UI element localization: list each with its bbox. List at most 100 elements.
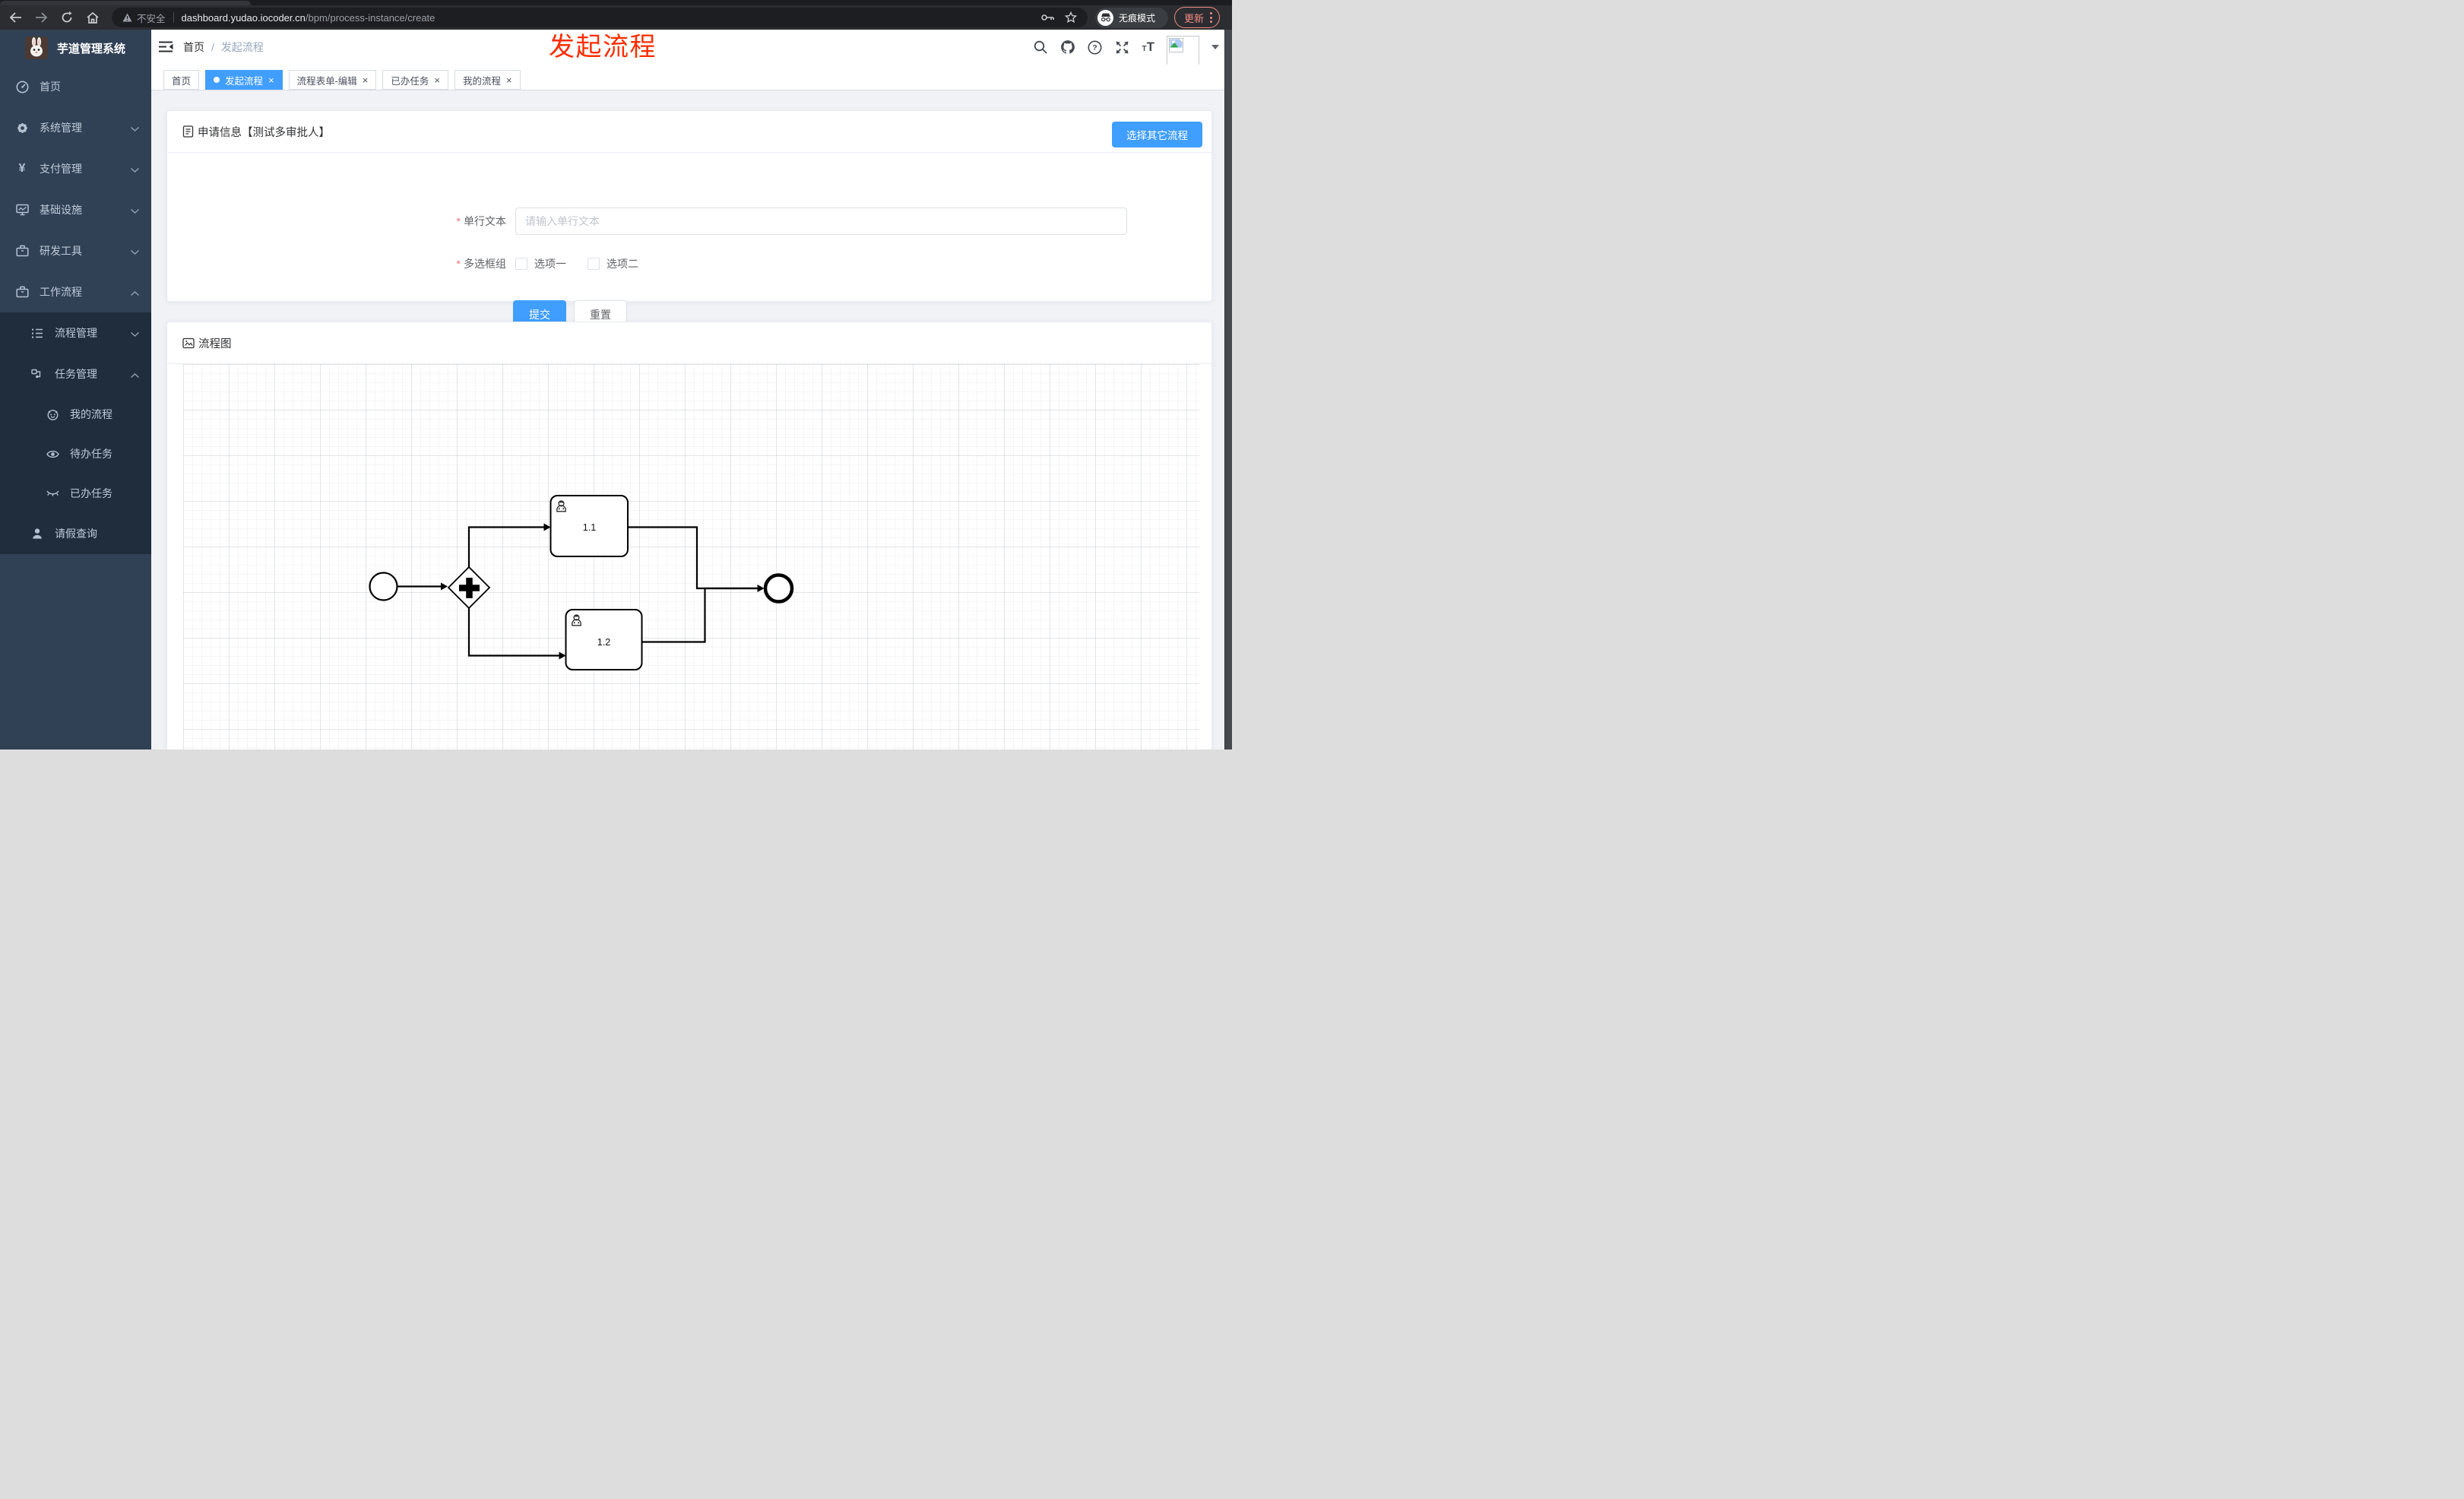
sidebar-item-label: 首页 — [40, 81, 61, 93]
sidebar-item-home[interactable]: 首页 — [0, 66, 151, 107]
tab-form-edit[interactable]: 流程表单-编辑 × — [288, 70, 377, 90]
chevron-down-icon — [131, 327, 139, 339]
close-icon[interactable]: × — [268, 75, 274, 85]
eye-closed-icon — [46, 487, 59, 500]
help-icon[interactable]: ? — [1088, 40, 1103, 55]
task-label: 1.2 — [597, 637, 610, 648]
forward-icon[interactable] — [32, 5, 50, 30]
back-icon[interactable] — [6, 5, 24, 30]
bpmn-start-event[interactable] — [369, 572, 398, 601]
close-icon[interactable]: × — [434, 75, 440, 85]
annotation-text: 发起流程 — [549, 33, 657, 62]
bpmn-canvas[interactable]: 1.1 1.2 — [183, 364, 1199, 750]
url-bar[interactable]: 不安全 dashboard.yudao.iocoder.cn/bpm/proce… — [112, 8, 1088, 27]
github-icon[interactable] — [1060, 40, 1075, 55]
sidebar-item-leave-query[interactable]: 请假查询 — [0, 513, 151, 554]
checkbox-label: 选项二 — [606, 258, 638, 270]
key-icon[interactable] — [1041, 14, 1054, 21]
sidebar-item-label: 研发工具 — [40, 245, 82, 257]
breadcrumb-separator: / — [211, 41, 214, 53]
caret-down-icon[interactable] — [1211, 45, 1219, 49]
sidebar-item-label: 支付管理 — [40, 163, 82, 175]
chevron-down-icon — [131, 245, 139, 257]
list-tree-icon — [30, 327, 44, 340]
browser-tabstrip — [0, 0, 1232, 5]
main-area: 首页 / 发起流程 ? TT 首页 发起流程 × 流程表单-编辑 × 已办任务 … — [151, 30, 1225, 750]
avatar[interactable] — [1167, 36, 1199, 68]
sidebar-item-done-tasks[interactable]: 已办任务 — [0, 474, 151, 513]
breadcrumb-home[interactable]: 首页 — [183, 40, 204, 55]
yen-icon: ¥ — [18, 162, 26, 175]
sidebar-item-workflow[interactable]: 工作流程 — [0, 271, 151, 312]
sidebar-item-label: 基础设施 — [40, 204, 82, 216]
sidebar-item-todo-tasks[interactable]: 待办任务 — [0, 434, 151, 474]
chevron-down-icon — [131, 122, 139, 134]
tab-done-tasks[interactable]: 已办任务 × — [382, 70, 448, 90]
single-line-text-input[interactable] — [515, 208, 1127, 235]
sidebar-item-system[interactable]: 系统管理 — [0, 107, 151, 148]
url-path: /bpm/process-instance/create — [305, 11, 435, 24]
tab-my-processes[interactable]: 我的流程 × — [454, 70, 521, 90]
gear-icon — [15, 122, 29, 135]
process-form: *单行文本 *多选框组 选项一 选项二 提交 重置 — [167, 153, 1211, 328]
site-security[interactable]: 不安全 — [122, 11, 166, 25]
tab-label: 首页 — [172, 75, 192, 87]
card-title: 申请信息【测试多审批人】 — [198, 126, 330, 139]
browser-update-button[interactable]: 更新 — [1174, 7, 1221, 28]
browser-menu-icon[interactable] — [1210, 12, 1213, 23]
checkbox-label: 选项一 — [534, 258, 566, 270]
search-icon[interactable] — [1033, 40, 1048, 55]
home-icon[interactable] — [84, 5, 102, 30]
sidebar-item-label: 系统管理 — [40, 122, 82, 134]
tab-label: 已办任务 — [391, 75, 429, 87]
field-label-text: * 单行文本 — [456, 215, 506, 227]
font-size-icon[interactable]: TT — [1142, 40, 1155, 53]
url-text: dashboard.yudao.iocoder.cn/bpm/process-i… — [182, 12, 435, 24]
close-icon[interactable]: × — [363, 75, 369, 85]
incognito-icon — [1097, 9, 1113, 26]
reload-icon[interactable] — [58, 5, 76, 30]
bpmn-parallel-gateway[interactable] — [447, 566, 491, 610]
bpmn-diagram: 1.1 1.2 — [369, 495, 794, 670]
security-label: 不安全 — [137, 13, 166, 24]
toolbox-icon — [15, 245, 29, 258]
select-other-process-button[interactable]: 选择其它流程 — [1112, 122, 1202, 147]
sidebar-item-infrastructure[interactable]: 基础设施 — [0, 189, 151, 230]
eye-icon — [46, 448, 59, 461]
dashboard-icon — [15, 81, 29, 93]
sidebar-item-payment[interactable]: ¥ 支付管理 — [0, 148, 151, 189]
bookmark-star-icon[interactable] — [1065, 11, 1077, 24]
sidebar-item-label: 已办任务 — [70, 487, 112, 499]
app-title: 芋道管理系统 — [57, 42, 126, 55]
checkbox-icon[interactable] — [587, 258, 600, 270]
bpmn-user-task-1-1[interactable]: 1.1 — [549, 495, 629, 557]
breadcrumb-current: 发起流程 — [220, 41, 264, 53]
app-logo-row[interactable]: 芋道管理系统 — [0, 30, 151, 66]
close-icon[interactable]: × — [506, 75, 512, 85]
incognito-label: 无痕模式 — [1119, 12, 1156, 24]
page-scrollbar[interactable] — [1224, 30, 1232, 750]
checkbox-icon[interactable] — [515, 258, 527, 270]
tab-home[interactable]: 首页 — [163, 70, 200, 90]
sidebar-item-process-management[interactable]: 流程管理 — [0, 312, 151, 353]
tab-create-process[interactable]: 发起流程 × — [205, 70, 283, 90]
sidebar-item-label: 流程管理 — [55, 327, 97, 339]
sidebar-collapse-icon[interactable] — [159, 41, 173, 52]
app-logo — [25, 36, 48, 59]
tab-label: 发起流程 — [225, 75, 264, 87]
sidebar-item-dev-tools[interactable]: 研发工具 — [0, 230, 151, 271]
sidebar-item-label: 请假查询 — [55, 528, 97, 540]
chevron-down-icon — [131, 163, 139, 175]
sidebar-item-task-management[interactable]: 任务管理 — [0, 353, 151, 395]
bpmn-end-event[interactable] — [763, 573, 794, 604]
checkbox-option-1[interactable]: 选项一 — [515, 256, 566, 271]
url-domain: dashboard.yudao.iocoder.cn — [181, 11, 306, 24]
picture-icon — [182, 338, 195, 349]
bpmn-user-task-1-2[interactable]: 1.2 — [565, 609, 643, 670]
incognito-badge: 无痕模式 — [1095, 7, 1168, 28]
warning-icon — [122, 13, 132, 22]
checkbox-option-2[interactable]: 选项二 — [587, 256, 638, 271]
fullscreen-icon[interactable] — [1115, 40, 1130, 55]
card-header: 申请信息【测试多审批人】 选择其它流程 — [167, 111, 1211, 153]
sidebar-item-my-processes[interactable]: 我的流程 — [0, 395, 151, 434]
